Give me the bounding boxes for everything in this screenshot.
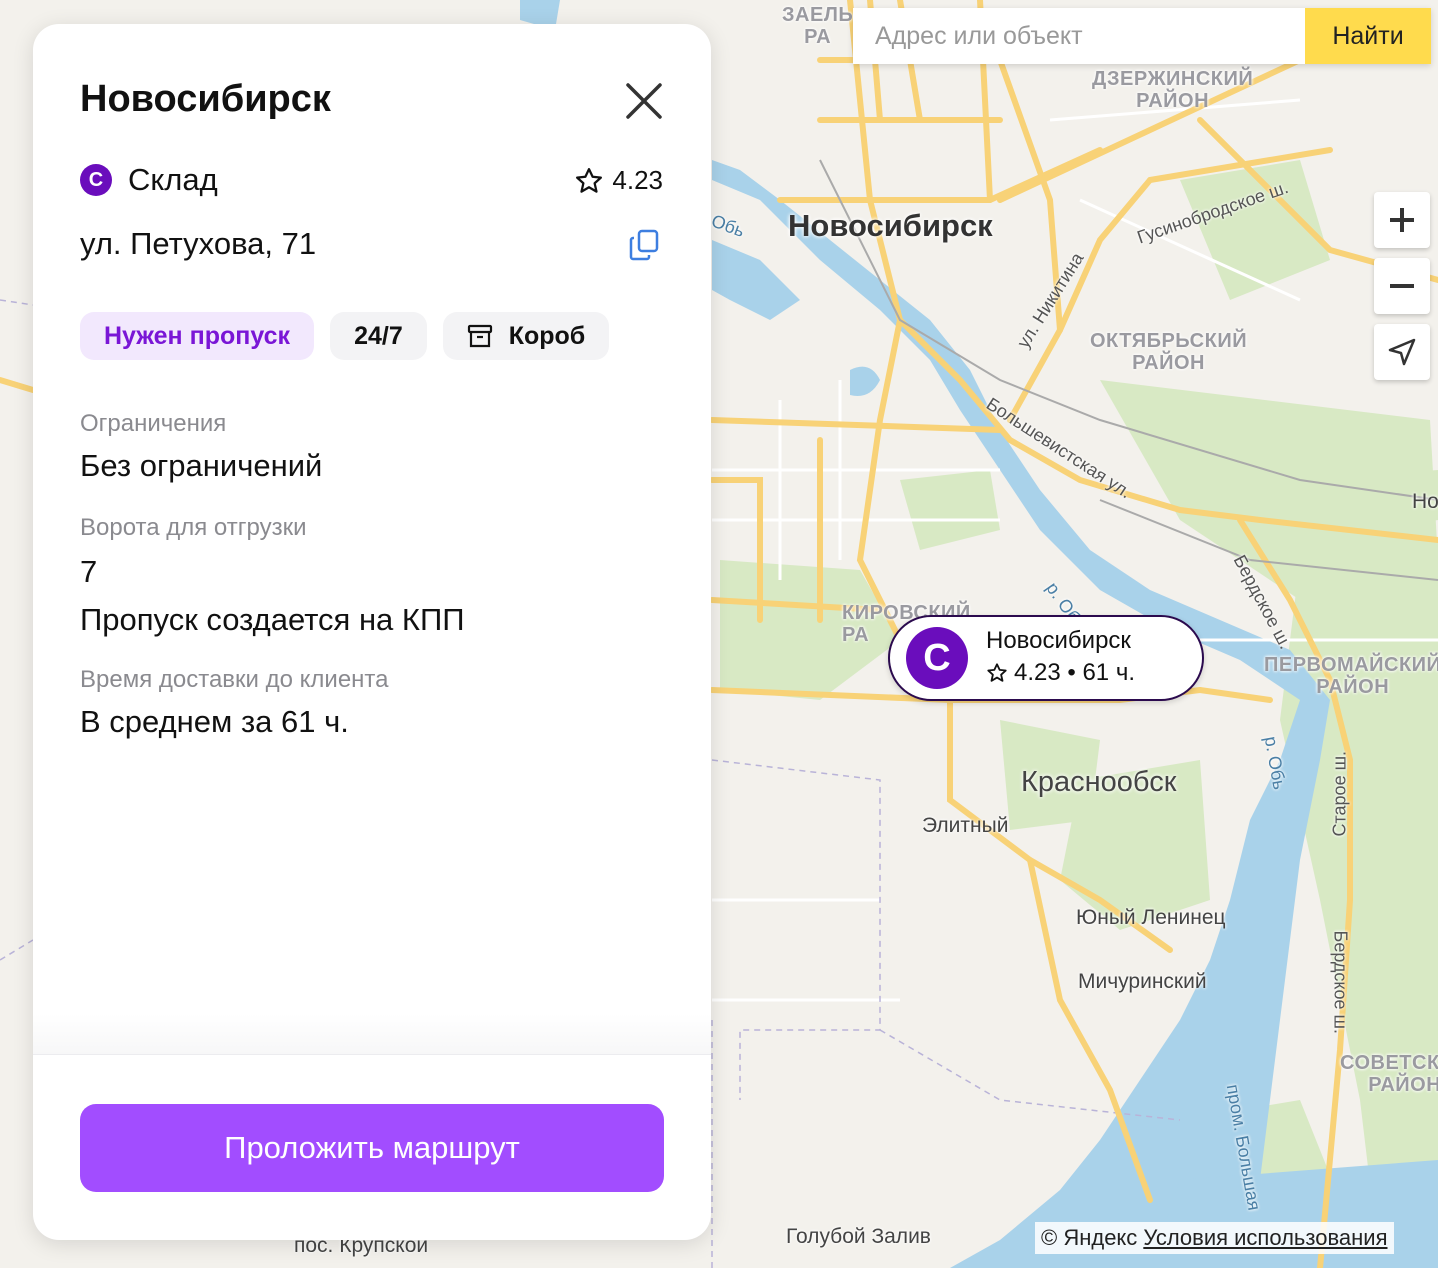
panel-divider [33,1014,711,1055]
warehouse-details-panel: Новосибирск С Склад 4.23 ул. Петухова, 7… [33,24,711,1240]
gates-value: 7 [80,554,98,589]
restrictions-section: Ограничения Без ограничений [80,410,322,484]
zoom-in-button[interactable] [1374,192,1430,248]
box-icon [467,324,492,348]
marker-title: Новосибирск [986,627,1131,654]
marker-rating-info: 4.23 • 61 ч. [1014,659,1135,686]
marker-avatar: С [906,627,968,689]
feature-chips: Нужен пропуск 24/7 Короб [80,312,610,360]
place-label-yuny-leninets: Юный Ленинец [1076,906,1226,929]
district-label-pervomaisky: ПЕРВОМАЙСКИЙ РАЙОН [1264,654,1438,698]
district-label-sovetsky: СОВЕТСКИЙ РАЙОН [1340,1052,1438,1096]
warehouse-address: ул. Петухова, 71 [80,226,317,261]
gates-section: Ворота для отгрузки 7 Пропуск создается … [80,514,465,638]
plus-icon [1390,208,1414,232]
chip-package: Короб [442,312,610,360]
district-label-dzerzhinsky: ДЗЕРЖИНСКИЙ РАЙОН [1092,68,1254,112]
city-label: Новосибирск [788,208,993,243]
street-label-berdskoe-2: Бердское ш. [1330,930,1351,1034]
warehouse-marker[interactable]: С Новосибирск 4.23 • 61 ч. [888,615,1204,701]
pass-note: Пропуск создается на КПП [80,602,465,637]
minus-icon [1390,284,1414,288]
build-route-button[interactable]: Проложить маршрут [80,1104,664,1192]
place-label-elitny: Элитный [922,814,1009,837]
restrictions-value: Без ограничений [80,448,323,483]
district-label-zaeltsovsky: ЗАЕЛЬ РА [782,4,854,48]
panel-title: Новосибирск [80,78,331,120]
copyright-text: © Яндекс [1041,1225,1138,1250]
warehouse-type-label: Склад [128,162,218,197]
delivery-label: Время доставки до клиента [80,666,389,693]
chip-package-label: Короб [508,321,586,350]
town-label-krasnoobsk: Краснообск [1021,766,1177,798]
warehouse-type-badge: С [80,164,112,196]
zoom-out-button[interactable] [1374,258,1430,314]
street-label-staroe: Старое ш. [1329,750,1350,837]
geolocation-button[interactable] [1374,324,1430,380]
delivery-value: В среднем за 61 ч. [80,704,349,739]
delivery-section: Время доставки до клиента В среднем за 6… [80,666,388,740]
search-input[interactable] [853,8,1305,64]
place-label-edge: Но [1412,490,1438,513]
copy-icon[interactable] [628,228,660,262]
place-label-michurinsky: Мичуринский [1078,970,1207,993]
district-label-oktyabrsky: ОКТЯБРЬСКИЙ РАЙОН [1090,330,1248,374]
star-icon [576,167,603,193]
warehouse-type-row: С Склад [80,162,218,198]
place-label-goluboy-zaliv: Голубой Залив [786,1225,931,1248]
close-icon[interactable] [623,80,665,122]
search-button[interactable]: Найти [1305,8,1431,64]
terms-link[interactable]: Условия использования [1143,1225,1387,1251]
navigation-arrow-icon [1388,338,1416,366]
warehouse-rating: 4.23 [574,165,663,196]
chip-hours: 24/7 [330,312,427,360]
chip-pass-required: Нужен пропуск [80,312,315,360]
map-copyright: © Яндекс Условия использования [1035,1222,1394,1254]
search-bar: Найти [853,8,1431,64]
restrictions-label: Ограничения [80,410,227,437]
gates-label: Ворота для отгрузки [80,514,307,541]
rating-value: 4.23 [612,165,663,195]
star-icon [987,663,1007,682]
